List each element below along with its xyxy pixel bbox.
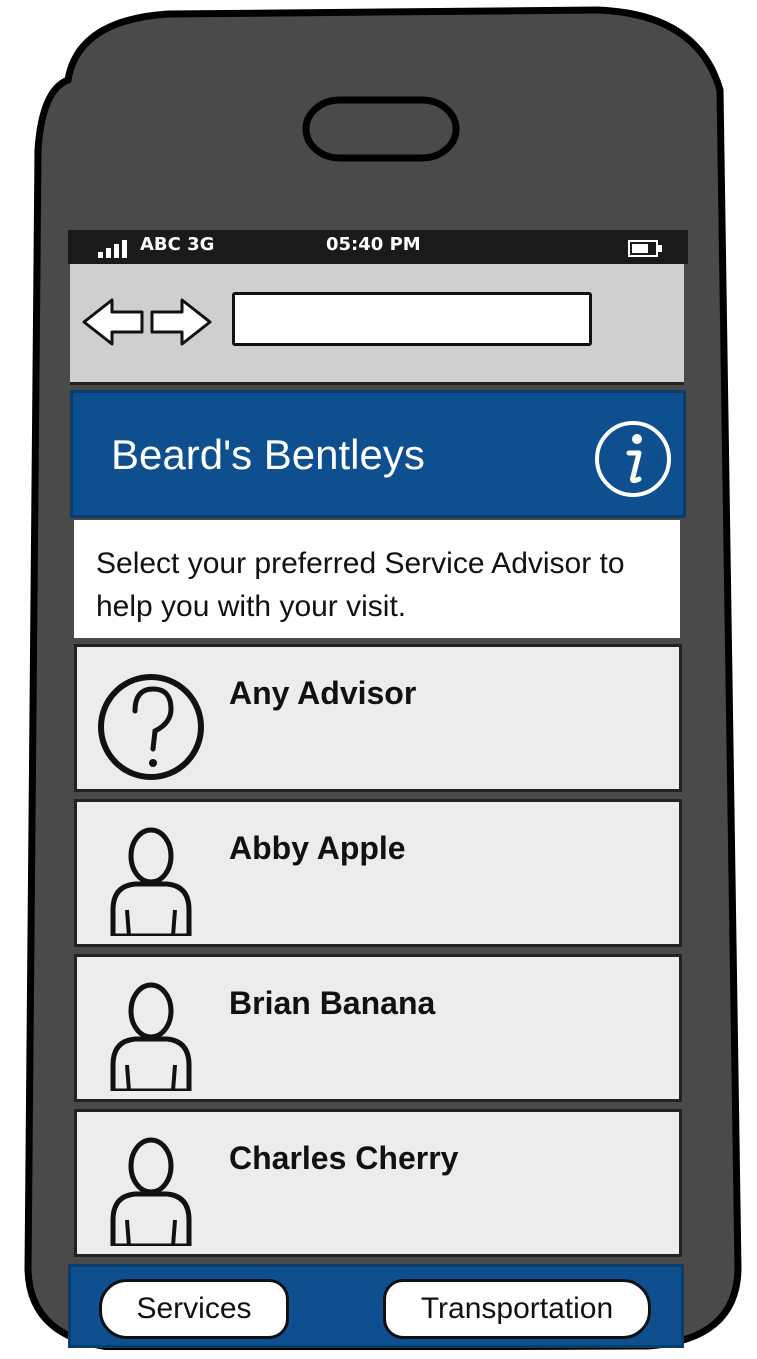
phone-screen: ABC 3G 05:40 PM Beard's Bentleys Select … (66, 218, 690, 1354)
advisor-item-brian[interactable]: Brian Banana (74, 954, 682, 1102)
status-time: 05:40 PM (326, 234, 421, 255)
forward-arrow-icon[interactable] (146, 296, 214, 348)
app-header: Beard's Bentleys (70, 390, 686, 518)
person-icon (110, 1137, 192, 1246)
advisor-name: Brian Banana (229, 985, 436, 1021)
advisor-name: Any Advisor (229, 675, 417, 711)
browser-bar (70, 264, 684, 385)
advisor-item-charles[interactable]: Charles Cherry (74, 1109, 682, 1257)
intro-panel: Select your preferred Service Advisor to… (74, 520, 680, 638)
question-icon (98, 674, 204, 780)
advisor-name: Charles Cherry (229, 1140, 459, 1176)
info-icon[interactable] (593, 419, 673, 499)
person-icon (110, 827, 192, 936)
advisor-item-abby[interactable]: Abby Apple (74, 799, 682, 947)
footer-bar: Services Transportation (68, 1264, 684, 1348)
advisor-item-any[interactable]: Any Advisor (74, 644, 682, 792)
person-icon (110, 982, 192, 1091)
signal-icon (98, 240, 127, 258)
advisor-name: Abby Apple (229, 830, 406, 866)
transportation-button[interactable]: Transportation (383, 1279, 651, 1339)
app-title: Beard's Bentleys (111, 431, 425, 478)
intro-text: Select your preferred Service Advisor to… (96, 547, 625, 623)
back-arrow-icon[interactable] (80, 296, 148, 348)
url-input[interactable] (232, 292, 592, 346)
services-button[interactable]: Services (99, 1279, 289, 1339)
carrier-label: ABC 3G (140, 234, 215, 255)
status-bar: ABC 3G 05:40 PM (68, 230, 688, 264)
battery-icon (628, 240, 662, 257)
